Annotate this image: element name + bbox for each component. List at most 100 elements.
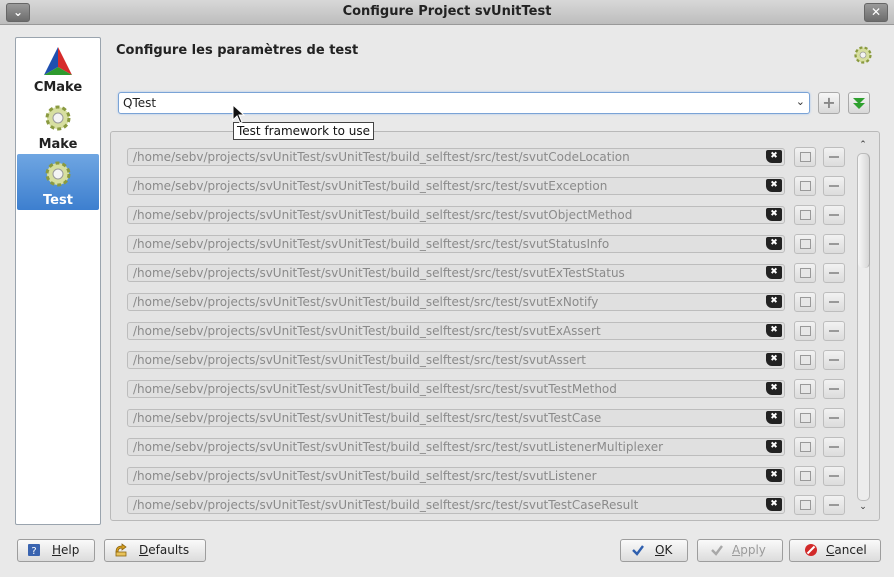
clear-icon[interactable]: ✖ [766, 208, 782, 221]
browse-button[interactable] [794, 321, 816, 341]
test-path-field[interactable]: /home/sebv/projects/svUnitTest/svUnitTes… [127, 496, 785, 514]
browse-button[interactable] [794, 263, 816, 283]
add-button[interactable]: + [818, 92, 840, 114]
help-button[interactable]: ? Help [17, 539, 95, 562]
clear-icon[interactable]: ✖ [766, 237, 782, 250]
cancel-icon [805, 544, 817, 556]
nav-item-label: CMake [33, 80, 83, 95]
remove-button[interactable] [823, 147, 845, 167]
clear-icon[interactable]: ✖ [766, 469, 782, 482]
test-path-row: /home/sebv/projects/svUnitTest/svUnitTes… [127, 291, 847, 313]
chevron-down-icon: ⌄ [795, 95, 805, 108]
browse-button[interactable] [794, 408, 816, 428]
nav-item-cmake[interactable]: CMake [17, 41, 99, 97]
test-path-text: /home/sebv/projects/svUnitTest/svUnitTes… [133, 353, 586, 367]
nav-item-label: Test [43, 193, 73, 208]
close-button[interactable]: ✕ [864, 3, 888, 22]
remove-button[interactable] [823, 263, 845, 283]
test-path-field[interactable]: /home/sebv/projects/svUnitTest/svUnitTes… [127, 322, 785, 340]
nav-item-test[interactable]: Test [17, 154, 99, 210]
page-title: Configure les paramètres de test [116, 43, 359, 58]
test-path-row: /home/sebv/projects/svUnitTest/svUnitTes… [127, 407, 847, 429]
test-path-text: /home/sebv/projects/svUnitTest/svUnitTes… [133, 498, 639, 512]
remove-button[interactable] [823, 292, 845, 312]
browse-button[interactable] [794, 495, 816, 515]
test-path-field[interactable]: /home/sebv/projects/svUnitTest/svUnitTes… [127, 293, 785, 311]
defaults-button[interactable]: Defaults [104, 539, 206, 562]
browse-button[interactable] [794, 437, 816, 457]
test-path-row: /home/sebv/projects/svUnitTest/svUnitTes… [127, 175, 847, 197]
cancel-button[interactable]: Cancel [789, 539, 881, 562]
clear-icon[interactable]: ✖ [766, 266, 782, 279]
test-path-field[interactable]: /home/sebv/projects/svUnitTest/svUnitTes… [127, 351, 785, 369]
green-arrow-down-icon [853, 98, 865, 109]
browse-button[interactable] [794, 292, 816, 312]
test-path-row: /home/sebv/projects/svUnitTest/svUnitTes… [127, 465, 847, 487]
test-paths-panel: /home/sebv/projects/svUnitTest/svUnitTes… [110, 131, 880, 521]
browse-button[interactable] [794, 147, 816, 167]
clear-icon[interactable]: ✖ [766, 179, 782, 192]
remove-button[interactable] [823, 350, 845, 370]
test-path-text: /home/sebv/projects/svUnitTest/svUnitTes… [133, 266, 625, 280]
apply-button[interactable]: Apply [697, 539, 783, 562]
nav-item-make[interactable]: Make [17, 98, 99, 154]
test-path-field[interactable]: /home/sebv/projects/svUnitTest/svUnitTes… [127, 206, 785, 224]
test-path-row: /home/sebv/projects/svUnitTest/svUnitTes… [127, 494, 847, 516]
clear-icon[interactable]: ✖ [766, 150, 782, 163]
remove-button[interactable] [823, 176, 845, 196]
test-path-text: /home/sebv/projects/svUnitTest/svUnitTes… [133, 150, 630, 164]
test-path-field[interactable]: /home/sebv/projects/svUnitTest/svUnitTes… [127, 177, 785, 195]
test-framework-value: QTest [123, 96, 157, 110]
scroll-thumb[interactable] [858, 154, 870, 268]
gear-icon [45, 105, 71, 131]
test-path-field[interactable]: /home/sebv/projects/svUnitTest/svUnitTes… [127, 264, 785, 282]
clear-icon[interactable]: ✖ [766, 498, 782, 511]
test-path-field[interactable]: /home/sebv/projects/svUnitTest/svUnitTes… [127, 467, 785, 485]
remove-button[interactable] [823, 495, 845, 515]
test-path-row: /home/sebv/projects/svUnitTest/svUnitTes… [127, 320, 847, 342]
test-path-field[interactable]: /home/sebv/projects/svUnitTest/svUnitTes… [127, 438, 785, 456]
test-framework-select[interactable]: QTest ⌄ [118, 92, 810, 114]
test-path-field[interactable]: /home/sebv/projects/svUnitTest/svUnitTes… [127, 409, 785, 427]
tooltip: Test framework to use [233, 122, 374, 140]
clear-icon[interactable]: ✖ [766, 382, 782, 395]
remove-button[interactable] [823, 408, 845, 428]
remove-button[interactable] [823, 466, 845, 486]
remove-button[interactable] [823, 379, 845, 399]
scroll-down-icon[interactable]: ⌄ [856, 502, 870, 514]
remove-button[interactable] [823, 321, 845, 341]
gear-icon [854, 46, 872, 64]
clear-icon[interactable]: ✖ [766, 440, 782, 453]
test-path-row: /home/sebv/projects/svUnitTest/svUnitTes… [127, 436, 847, 458]
test-path-field[interactable]: /home/sebv/projects/svUnitTest/svUnitTes… [127, 380, 785, 398]
remove-button[interactable] [823, 234, 845, 254]
clear-icon[interactable]: ✖ [766, 353, 782, 366]
scroll-up-icon[interactable]: ⌃ [856, 140, 870, 152]
gear-icon [45, 161, 71, 187]
clear-icon[interactable]: ✖ [766, 411, 782, 424]
test-path-field[interactable]: /home/sebv/projects/svUnitTest/svUnitTes… [127, 148, 785, 166]
browse-button[interactable] [794, 176, 816, 196]
category-list: CMake Make Test [15, 37, 101, 525]
browse-button[interactable] [794, 234, 816, 254]
test-path-text: /home/sebv/projects/svUnitTest/svUnitTes… [133, 295, 599, 309]
clear-icon[interactable]: ✖ [766, 324, 782, 337]
clear-icon[interactable]: ✖ [766, 295, 782, 308]
scroll-track[interactable] [857, 153, 870, 501]
test-path-row: /home/sebv/projects/svUnitTest/svUnitTes… [127, 146, 847, 168]
test-path-field[interactable]: /home/sebv/projects/svUnitTest/svUnitTes… [127, 235, 785, 253]
browse-button[interactable] [794, 379, 816, 399]
test-path-text: /home/sebv/projects/svUnitTest/svUnitTes… [133, 411, 602, 425]
browse-button[interactable] [794, 466, 816, 486]
nav-item-label: Make [38, 137, 78, 152]
test-path-text: /home/sebv/projects/svUnitTest/svUnitTes… [133, 208, 633, 222]
ok-label: OK [655, 543, 673, 557]
download-button[interactable] [848, 92, 870, 114]
browse-button[interactable] [794, 205, 816, 225]
vertical-scrollbar[interactable]: ⌃ ⌄ [856, 140, 870, 514]
ok-button[interactable]: OK [620, 539, 688, 562]
browse-button[interactable] [794, 350, 816, 370]
remove-button[interactable] [823, 205, 845, 225]
cmake-triangle-icon [44, 47, 72, 75]
remove-button[interactable] [823, 437, 845, 457]
